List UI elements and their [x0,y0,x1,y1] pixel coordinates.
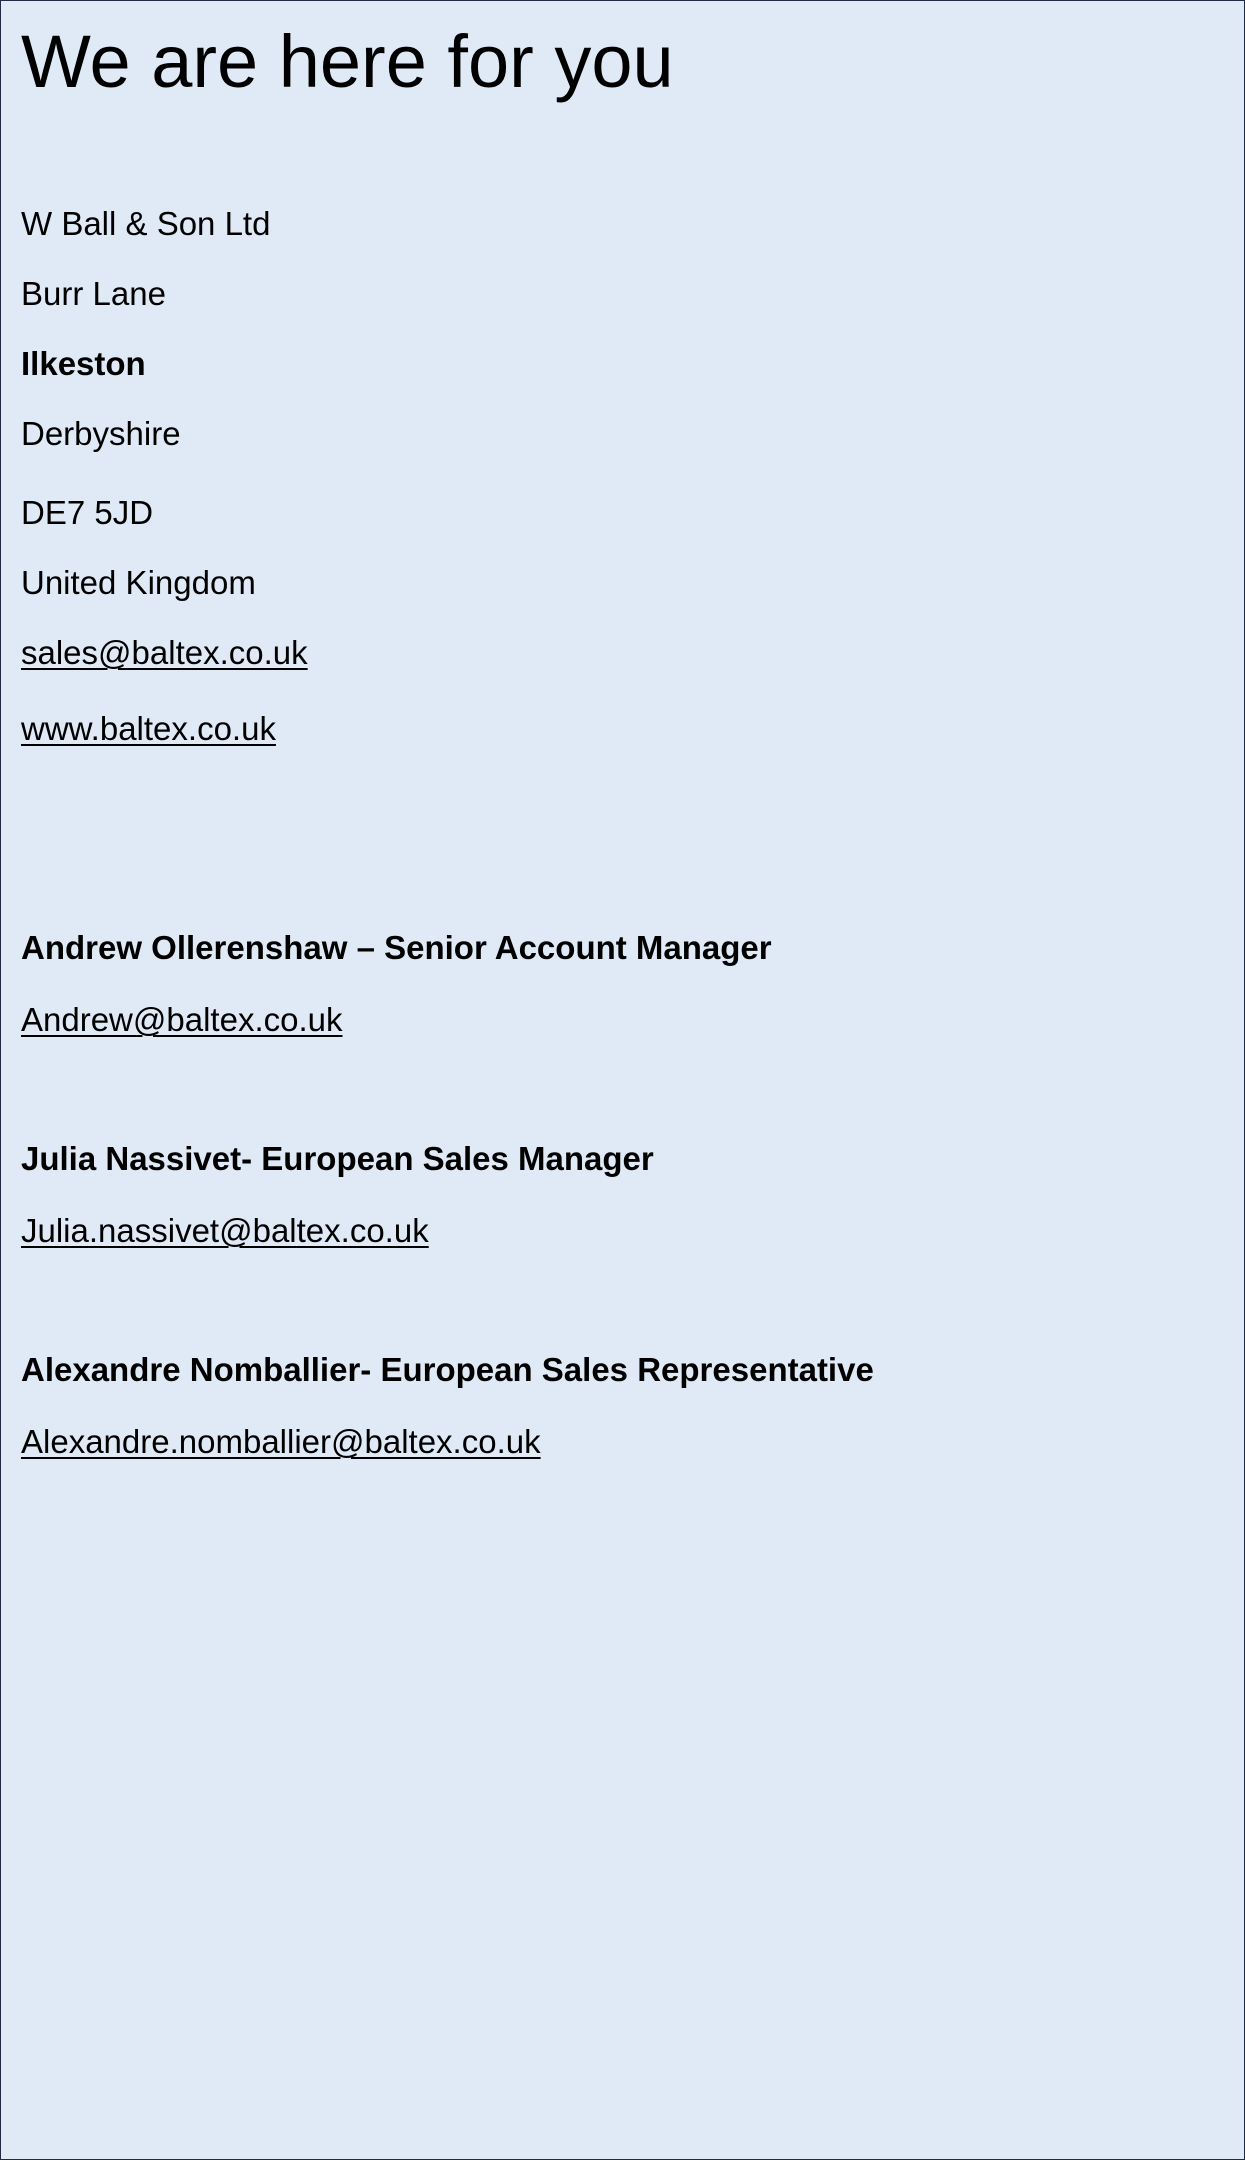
contact-name-title: Andrew Ollerenshaw – Senior Account Mana… [21,929,772,966]
contact-name-title: Julia Nassivet- European Sales Manager [21,1140,654,1177]
sales-email-link[interactable]: sales@baltex.co.uk [21,633,308,673]
address-town: Ilkeston [21,345,146,382]
contact-email-link[interactable]: Julia.nassivet@baltex.co.uk [21,1211,429,1251]
website-link[interactable]: www.baltex.co.uk [21,709,276,749]
address-county: Derbyshire [21,415,181,452]
page-title: We are here for you [21,20,674,103]
address-postcode: DE7 5JD [21,494,154,531]
contact-panel: We are here for you W Ball & Son Ltd Bur… [0,0,1245,2160]
address-country: United Kingdom [21,564,256,601]
contact-name-title: Alexandre Nomballier- European Sales Rep… [21,1351,874,1388]
address-street: Burr Lane [21,275,166,312]
company-name: W Ball & Son Ltd [21,205,271,242]
contact-email-link[interactable]: Alexandre.nomballier@baltex.co.uk [21,1422,541,1462]
contact-email-link[interactable]: Andrew@baltex.co.uk [21,1000,343,1040]
